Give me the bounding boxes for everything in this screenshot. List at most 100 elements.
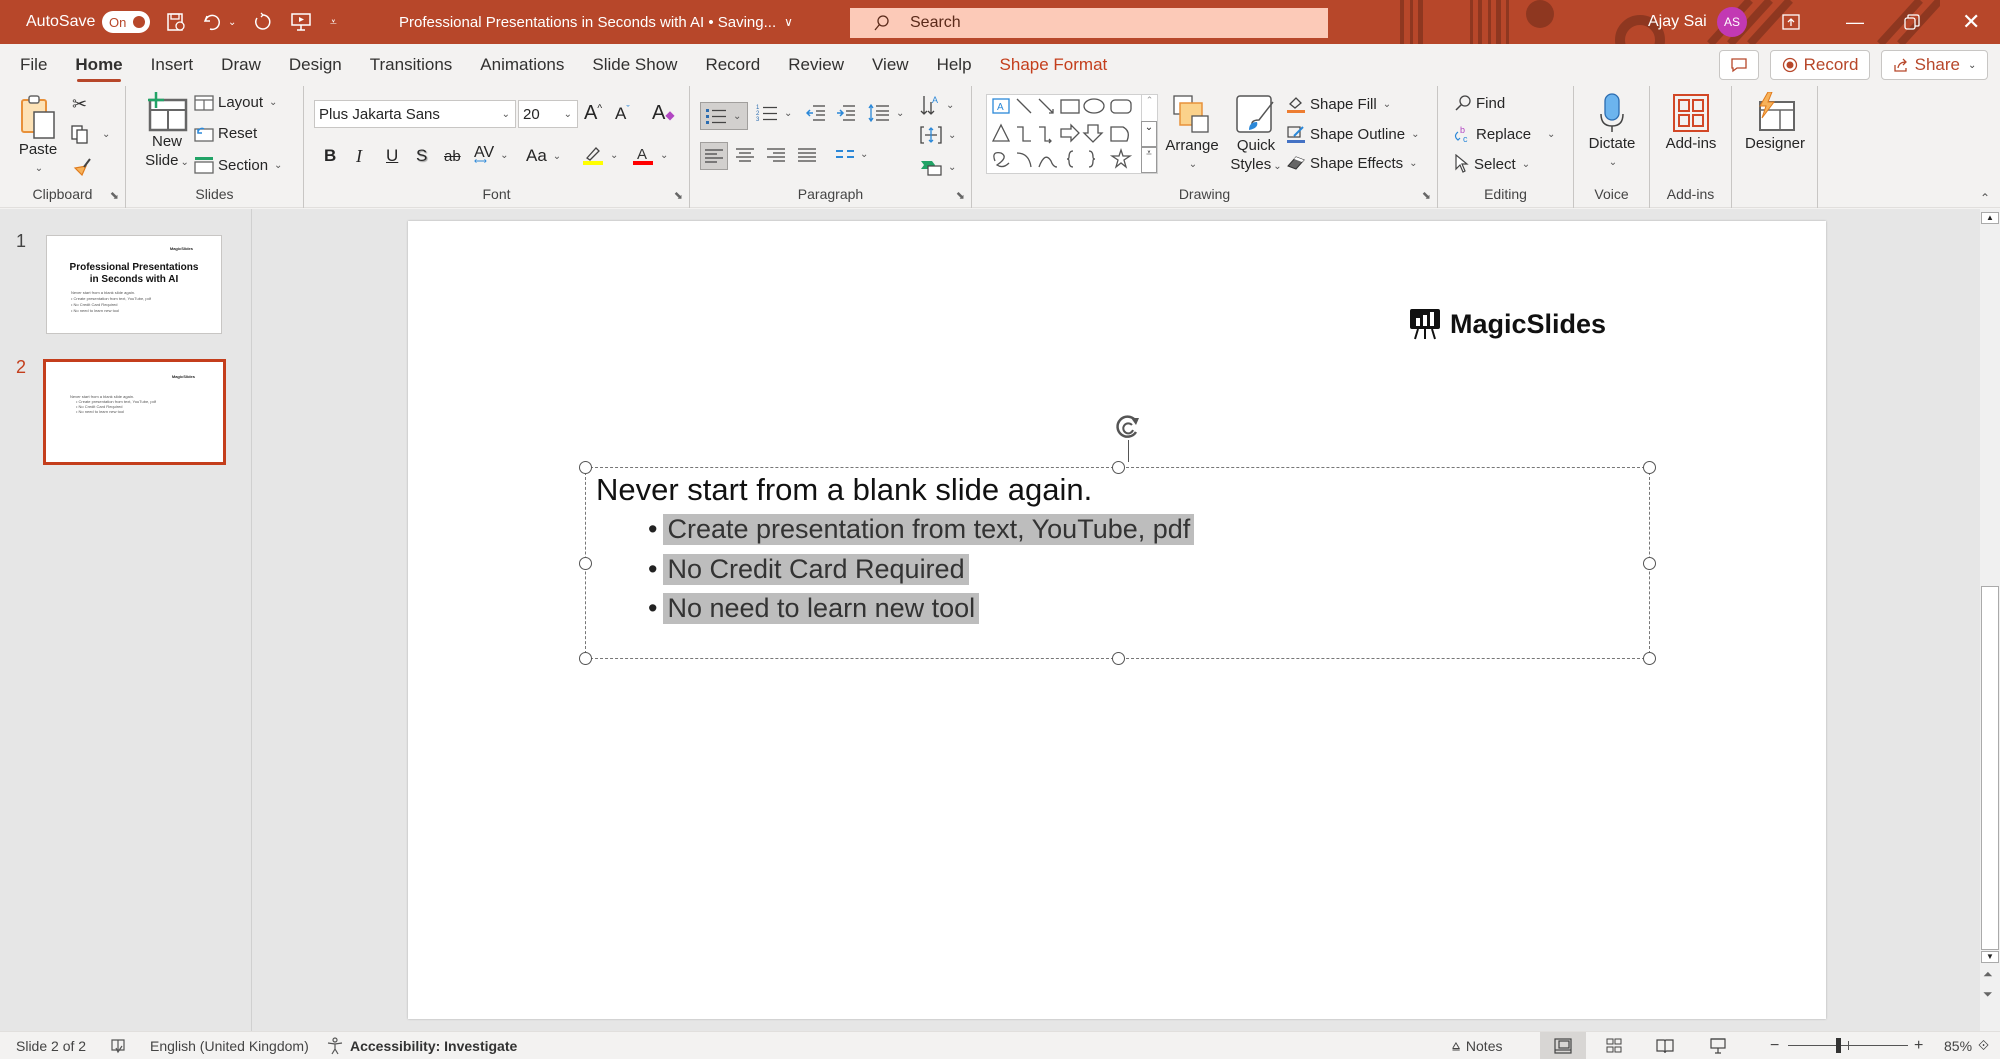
italic-button[interactable]: I bbox=[356, 146, 362, 167]
undo-dropdown-icon[interactable]: ⌄ bbox=[228, 0, 236, 44]
gallery-scroll-up[interactable]: ⌃ bbox=[1141, 95, 1157, 121]
underline-button[interactable]: U bbox=[386, 146, 398, 166]
scroll-up-arrow[interactable]: ▲ bbox=[1981, 212, 1999, 224]
new-slide-button[interactable]: New Slide ⌄ bbox=[138, 92, 196, 172]
bold-button[interactable]: B bbox=[324, 146, 336, 166]
tab-review[interactable]: Review bbox=[774, 44, 858, 86]
reset-button[interactable]: Reset bbox=[194, 125, 257, 142]
slide-thumbnail-2[interactable]: MagicSlides Never start from a blank sli… bbox=[43, 359, 226, 465]
scrollbar-thumb[interactable] bbox=[1981, 586, 1999, 950]
resize-handle-top-right[interactable] bbox=[1643, 461, 1656, 474]
tab-file[interactable]: File bbox=[0, 44, 61, 86]
close-icon[interactable]: ✕ bbox=[1962, 0, 1980, 44]
addins-button[interactable]: Add-ins bbox=[1660, 92, 1722, 153]
resize-handle-left[interactable] bbox=[579, 557, 592, 570]
tab-animations[interactable]: Animations bbox=[466, 44, 578, 86]
vertical-scrollbar[interactable]: ▲ ▼ ⏶ ⏷ bbox=[1980, 209, 2000, 1031]
text-direction-button[interactable]: A ⌄ bbox=[920, 94, 954, 116]
strikethrough-button[interactable]: ab bbox=[444, 148, 461, 165]
user-avatar[interactable]: AS bbox=[1717, 0, 1747, 44]
arrange-button[interactable]: Arrange ⌄ bbox=[1162, 94, 1222, 174]
increase-font-size-button[interactable]: A^ bbox=[584, 102, 602, 125]
font-size-combo[interactable]: 20 ⌄ bbox=[518, 100, 578, 128]
tab-shape-format[interactable]: Shape Format bbox=[986, 44, 1122, 86]
search-input[interactable]: Search bbox=[850, 8, 1328, 38]
zoom-out-button[interactable]: − bbox=[1770, 1032, 1779, 1059]
share-button[interactable]: Share ⌄ bbox=[1881, 50, 1988, 80]
bullet-item-3[interactable]: • No need to learn new tool bbox=[648, 593, 980, 624]
ribbon-display-options-icon[interactable] bbox=[1782, 0, 1800, 44]
spelling-check-icon[interactable] bbox=[110, 1032, 126, 1059]
shape-fill-button[interactable]: Shape Fill ⌄ bbox=[1286, 94, 1391, 114]
tab-record[interactable]: Record bbox=[691, 44, 774, 86]
resize-handle-bottom[interactable] bbox=[1112, 652, 1125, 665]
clipboard-dialog-launcher[interactable]: ⬊ bbox=[110, 189, 119, 202]
cut-button[interactable]: ✂ bbox=[72, 94, 87, 115]
save-icon[interactable] bbox=[166, 0, 186, 44]
slide-sorter-button[interactable] bbox=[1606, 1032, 1622, 1059]
collapse-ribbon-icon[interactable]: ⌃ bbox=[1980, 191, 1990, 205]
zoom-slider-thumb[interactable] bbox=[1835, 1038, 1841, 1053]
shape-outline-button[interactable]: Shape Outline ⌄ bbox=[1286, 124, 1419, 144]
align-center-button[interactable] bbox=[736, 148, 754, 162]
gallery-more[interactable]: ⩡ bbox=[1141, 147, 1157, 173]
increase-indent-button[interactable] bbox=[836, 104, 856, 122]
fit-to-window-icon[interactable]: ⟐ bbox=[1978, 1032, 1989, 1059]
zoom-in-button[interactable]: + bbox=[1914, 1032, 1923, 1059]
font-name-combo[interactable]: Plus Jakarta Sans ⌄ bbox=[314, 100, 516, 128]
bullets-button[interactable]: ⌄ bbox=[700, 102, 748, 130]
copy-button[interactable]: ⌄ bbox=[70, 124, 110, 144]
text-box[interactable]: Never start from a blank slide again. • C… bbox=[579, 415, 1656, 665]
align-left-button[interactable] bbox=[700, 142, 728, 170]
record-button[interactable]: Record bbox=[1770, 50, 1870, 80]
paste-button[interactable]: Paste ⌄ bbox=[14, 94, 62, 178]
font-dialog-launcher[interactable]: ⬊ bbox=[674, 189, 683, 202]
quick-styles-button[interactable]: Quick Styles ⌄ bbox=[1224, 94, 1288, 176]
numbering-button[interactable]: 1 2 3 ⌄ bbox=[756, 104, 792, 122]
slide-canvas[interactable]: MagicSlides Never start from a blank sli… bbox=[408, 221, 1826, 1019]
find-button[interactable]: Find bbox=[1454, 94, 1505, 112]
tab-draw[interactable]: Draw bbox=[207, 44, 275, 86]
redo-icon[interactable] bbox=[252, 0, 272, 44]
gallery-scroll-down[interactable]: ⌄ bbox=[1141, 121, 1157, 147]
slide-heading[interactable]: Never start from a blank slide again. bbox=[596, 472, 1092, 508]
tab-design[interactable]: Design bbox=[275, 44, 356, 86]
change-case-button[interactable]: Aa ⌄ bbox=[526, 146, 561, 166]
line-spacing-button[interactable]: ⌄ bbox=[868, 104, 904, 122]
convert-to-smartart-button[interactable]: ⌄ bbox=[920, 158, 956, 176]
scroll-down-arrow[interactable]: ▼ bbox=[1981, 951, 1999, 963]
language-indicator[interactable]: English (United Kingdom) bbox=[150, 1032, 309, 1059]
justify-button[interactable] bbox=[798, 148, 816, 162]
format-painter-button[interactable] bbox=[72, 156, 92, 176]
paragraph-dialog-launcher[interactable]: ⬊ bbox=[956, 189, 965, 202]
previous-slide-icon[interactable]: ⏶ bbox=[1983, 967, 1993, 982]
accessibility-checker[interactable]: Accessibility: Investigate bbox=[326, 1032, 517, 1059]
comments-button[interactable] bbox=[1719, 50, 1759, 80]
document-title[interactable]: Professional Presentations in Seconds wi… bbox=[399, 0, 793, 44]
columns-button[interactable]: ⌄ bbox=[836, 148, 868, 160]
replace-button[interactable]: bc Replace ⌄ bbox=[1452, 124, 1555, 144]
align-right-button[interactable] bbox=[767, 148, 785, 162]
minimize-icon[interactable]: — bbox=[1846, 0, 1864, 44]
resize-handle-top-left[interactable] bbox=[579, 461, 592, 474]
undo-icon[interactable] bbox=[202, 0, 222, 44]
tab-home[interactable]: Home bbox=[61, 44, 136, 86]
font-color-button[interactable]: A ⌄ bbox=[632, 144, 668, 166]
bullet-item-2[interactable]: • No Credit Card Required bbox=[648, 554, 969, 585]
resize-handle-bottom-left[interactable] bbox=[579, 652, 592, 665]
select-button[interactable]: Select ⌄ bbox=[1454, 154, 1530, 174]
decrease-font-size-button[interactable]: Aˇ bbox=[615, 104, 630, 124]
layout-button[interactable]: Layout ⌄ bbox=[194, 94, 277, 111]
tab-view[interactable]: View bbox=[858, 44, 923, 86]
normal-view-button[interactable] bbox=[1540, 1032, 1586, 1059]
zoom-level[interactable]: 85% bbox=[1944, 1032, 1972, 1059]
resize-handle-right[interactable] bbox=[1643, 557, 1656, 570]
notes-button[interactable]: ⩠ Notes bbox=[1452, 1032, 1502, 1059]
shadow-button[interactable]: S bbox=[416, 146, 427, 166]
zoom-slider[interactable] bbox=[1788, 1032, 1908, 1059]
resize-handle-bottom-right[interactable] bbox=[1643, 652, 1656, 665]
bullet-item-1[interactable]: • Create presentation from text, YouTube,… bbox=[648, 514, 1195, 545]
clear-formatting-button[interactable]: A◆ bbox=[652, 102, 675, 125]
highlight-color-button[interactable]: ⌄ bbox=[582, 144, 618, 166]
tab-transitions[interactable]: Transitions bbox=[356, 44, 467, 86]
